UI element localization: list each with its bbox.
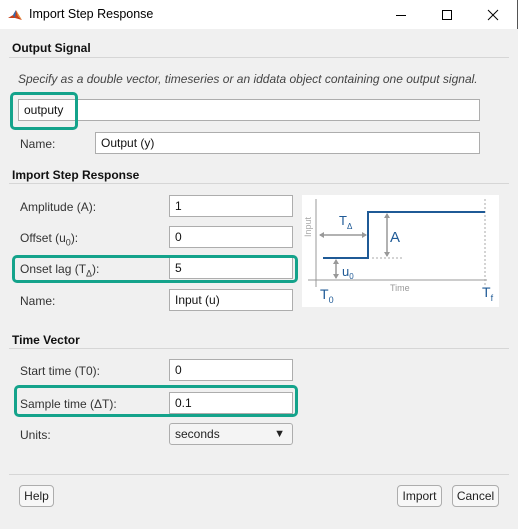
onset-lag-input[interactable] xyxy=(169,257,293,279)
footer-divider xyxy=(9,474,509,475)
t0-diagram-label: T0 xyxy=(320,286,334,305)
output-signal-hint: Specify as a double vector, timeseries o… xyxy=(18,72,478,86)
output-name-label: Name: xyxy=(20,137,56,151)
amplitude-input[interactable] xyxy=(169,195,293,217)
arrowhead xyxy=(384,252,390,257)
output-signal-input[interactable] xyxy=(18,99,480,121)
y-axis-label: Input xyxy=(303,216,313,237)
start-time-input[interactable] xyxy=(169,359,293,381)
u0-diagram-label: u0 xyxy=(342,264,354,281)
units-dropdown[interactable]: seconds ▼ xyxy=(169,423,293,445)
input-name-input[interactable] xyxy=(169,289,293,311)
sample-time-input[interactable] xyxy=(169,392,293,414)
help-button[interactable]: Help xyxy=(19,485,54,507)
units-selected-value: seconds xyxy=(175,427,220,441)
t-delta-label: TΔ xyxy=(339,213,353,231)
section-divider xyxy=(9,57,509,58)
step-diagram-svg: Input Time TΔ A u0 T0 Tf xyxy=(303,199,494,305)
title-bar: Import Step Response xyxy=(0,0,518,29)
start-time-label: Start time (T0): xyxy=(20,364,101,378)
offset-input[interactable] xyxy=(169,226,293,248)
dropdown-arrow-icon: ▼ xyxy=(274,428,285,440)
x-axis-label: Time xyxy=(390,283,410,293)
maximize-icon xyxy=(442,9,452,20)
amplitude-label: Amplitude (A): xyxy=(20,200,97,214)
units-label: Units: xyxy=(20,428,51,442)
output-signal-heading: Output Signal xyxy=(12,41,91,55)
minimize-button[interactable] xyxy=(378,0,424,29)
arrowhead xyxy=(333,259,339,264)
minimize-icon xyxy=(396,14,406,16)
output-name-input[interactable] xyxy=(95,132,480,154)
close-button[interactable] xyxy=(470,0,516,29)
step-response-diagram: Input Time TΔ A u0 T0 Tf xyxy=(302,195,499,307)
close-icon xyxy=(487,9,499,20)
onset-lag-label: Onset lag (TΔ): xyxy=(20,262,100,279)
section-divider xyxy=(9,183,509,184)
cancel-button[interactable]: Cancel xyxy=(452,485,499,507)
time-vector-heading: Time Vector xyxy=(12,333,80,347)
step-response-heading: Import Step Response xyxy=(12,168,140,182)
maximize-button[interactable] xyxy=(424,0,470,29)
input-name-label: Name: xyxy=(20,294,56,308)
import-button[interactable]: Import xyxy=(397,485,442,507)
tf-diagram-label: Tf xyxy=(482,284,494,303)
sample-time-label: Sample time (ΔT): xyxy=(20,397,117,411)
window-title: Import Step Response xyxy=(29,7,154,21)
amplitude-diagram-label: A xyxy=(390,229,400,246)
arrowhead xyxy=(319,232,324,238)
arrowhead xyxy=(333,274,339,279)
arrowhead xyxy=(384,213,390,218)
section-divider xyxy=(9,348,509,349)
offset-label: Offset (u0): xyxy=(20,231,79,248)
arrowhead xyxy=(362,232,367,238)
matlab-icon xyxy=(7,7,23,23)
